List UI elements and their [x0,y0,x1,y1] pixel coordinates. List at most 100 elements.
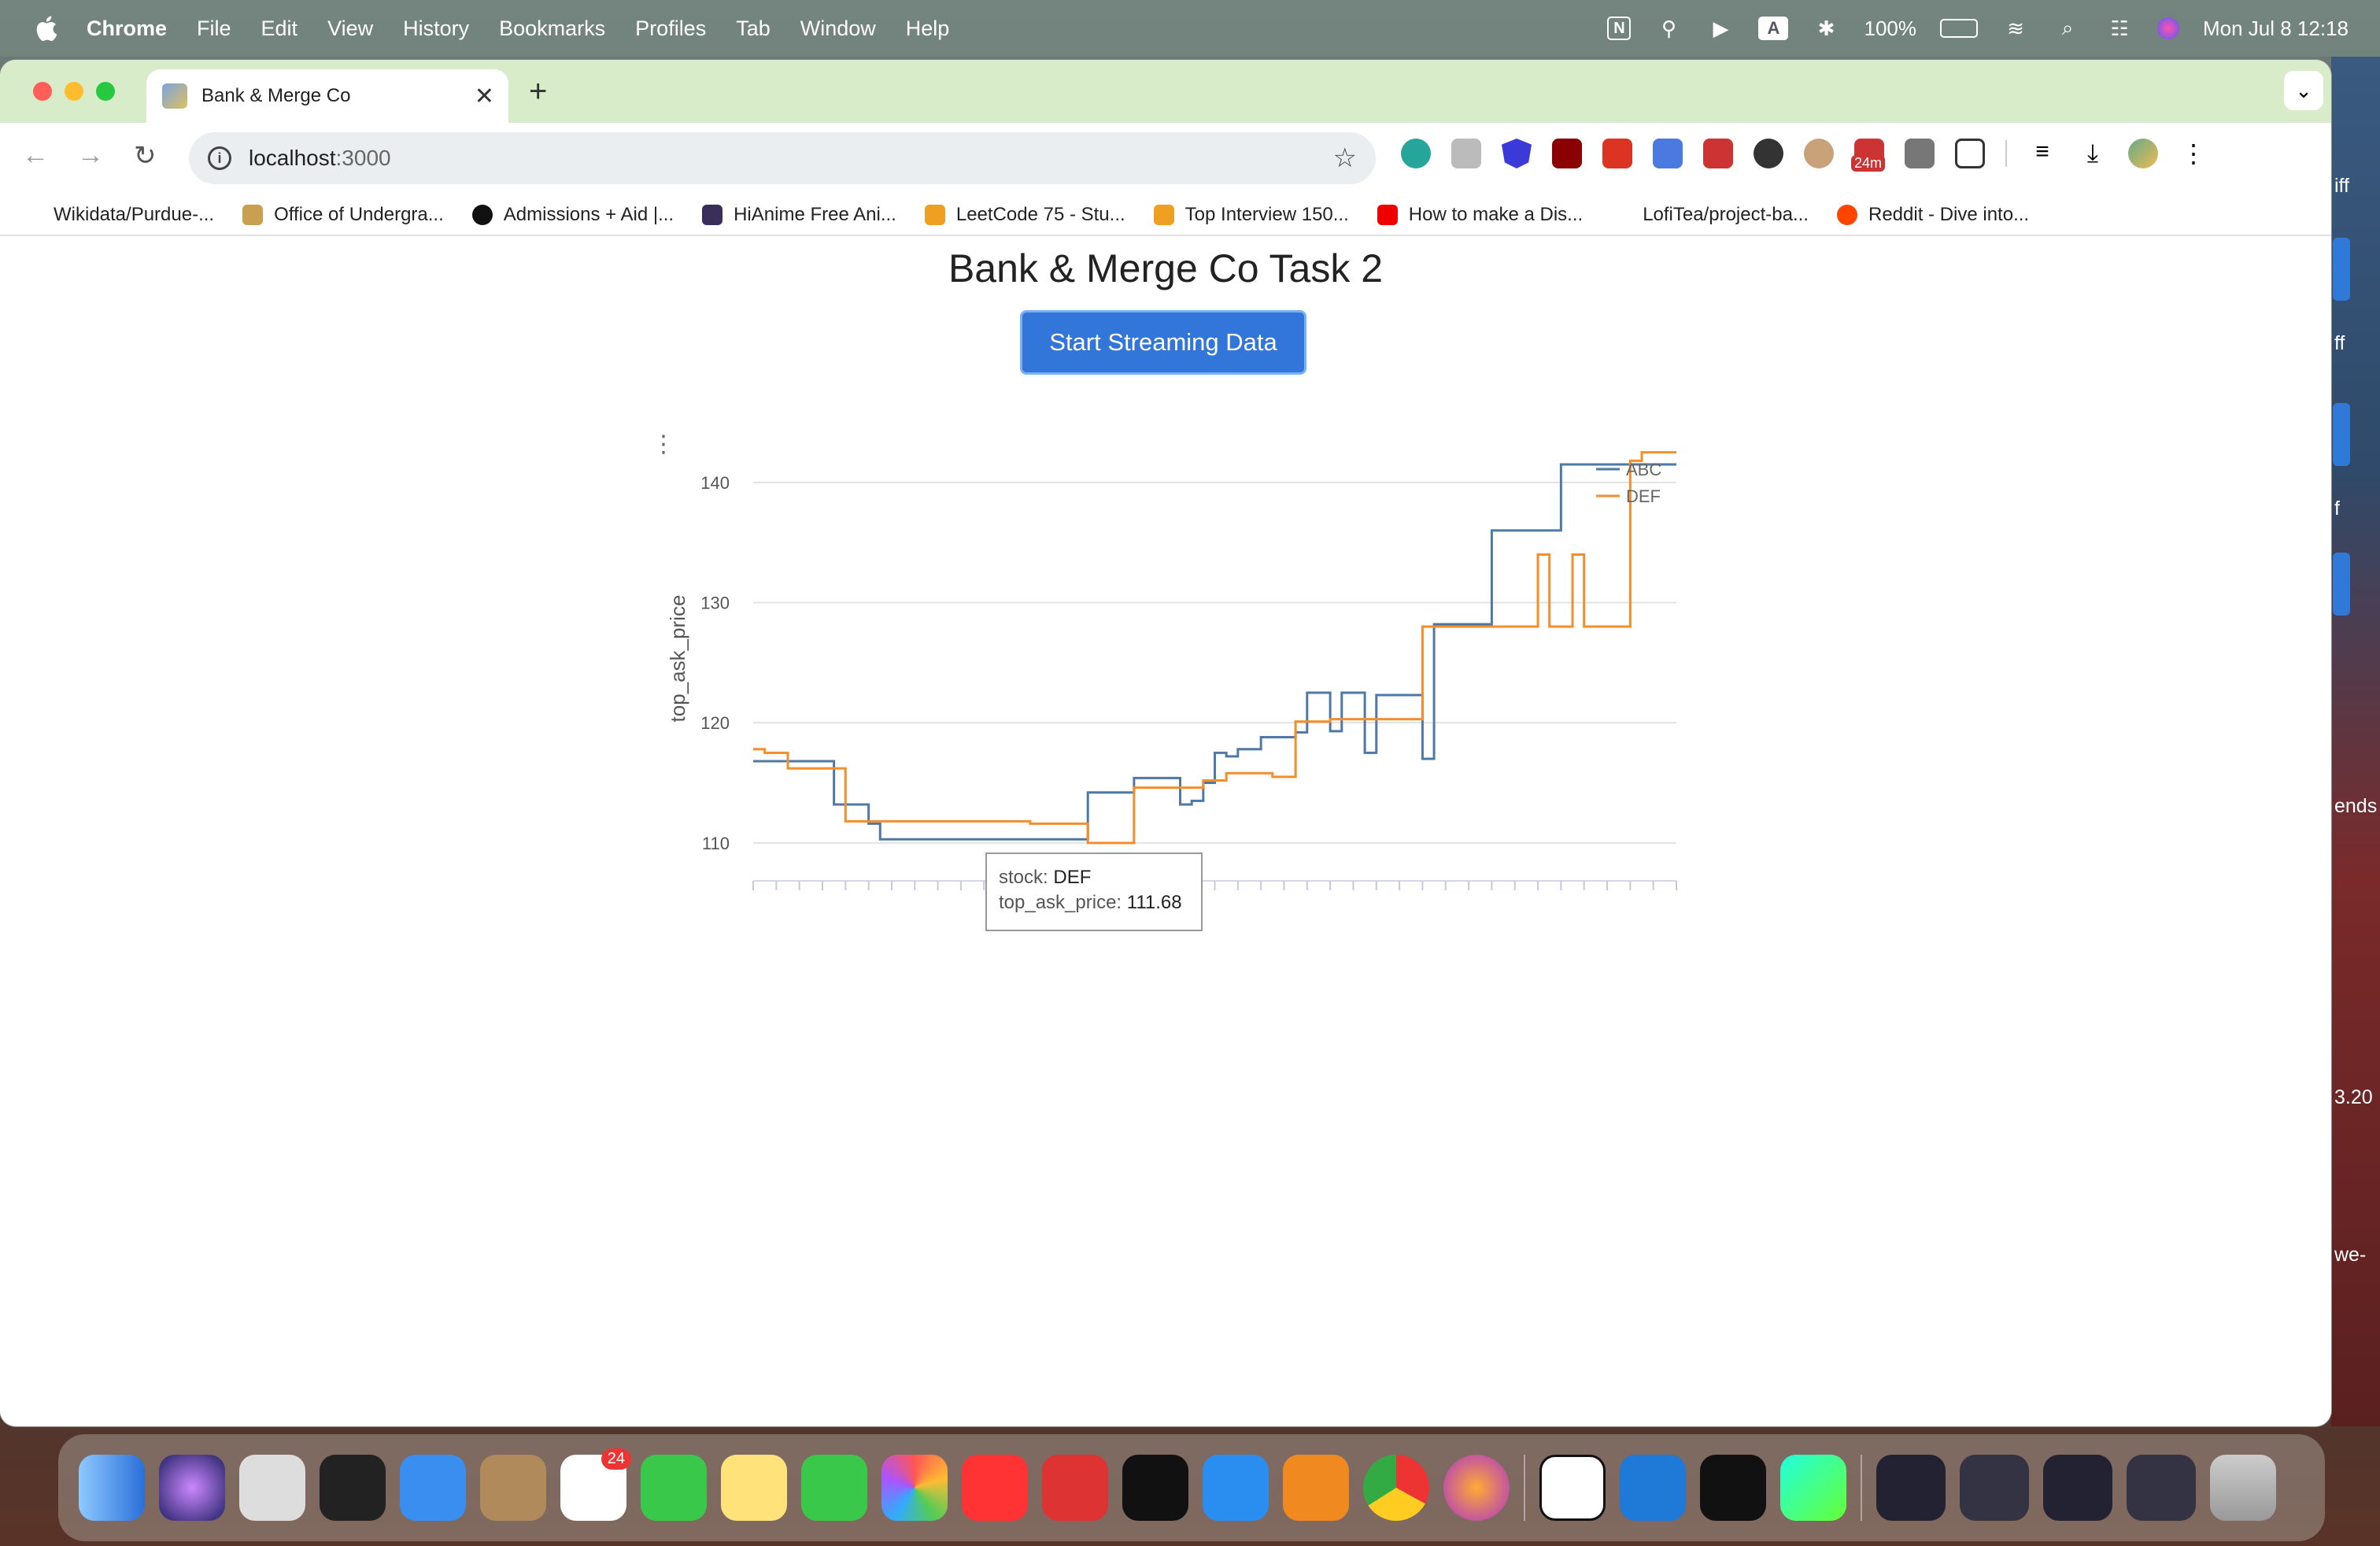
profile-avatar[interactable] [2128,139,2158,168]
site-info-icon[interactable]: i [208,146,231,170]
extension-red-icon[interactable] [1703,139,1733,168]
menu-tab[interactable]: Tab [736,17,771,41]
music-icon[interactable] [962,1455,1028,1521]
download-icon[interactable]: ⤓ [2078,139,2108,168]
minimized-window-1[interactable] [1876,1455,1946,1521]
zoom-window-button[interactable] [96,82,115,101]
minimized-window-4[interactable] [2127,1455,2196,1521]
menu-history[interactable]: History [403,17,469,41]
browser-tab[interactable]: Bank & Merge Co ✕ [146,69,508,123]
menu-window[interactable]: Window [800,17,876,41]
chart-more-icon[interactable]: ⋮ [652,431,675,458]
pycharm-icon[interactable] [1780,1455,1846,1521]
airpods-icon[interactable]: ⚲ [1654,14,1683,43]
notion-icon[interactable] [1539,1455,1606,1521]
photo-booth-icon[interactable] [1042,1455,1108,1521]
media-queue-icon[interactable]: ≡ [2027,139,2057,168]
tooltip-stock-value: DEF [1053,867,1091,888]
menu-bookmarks[interactable]: Bookmarks [499,17,605,41]
tab-strip: Bank & Merge Co ✕ + ⌄ [0,60,2331,123]
books-icon[interactable] [1283,1455,1349,1521]
wifi-icon[interactable]: ≋ [2001,14,2030,43]
extension-p-icon[interactable] [1905,139,1935,168]
new-tab-icon[interactable]: + [529,74,547,109]
firefox-icon[interactable] [1443,1455,1510,1521]
minimized-window-3[interactable] [2043,1455,2112,1521]
bookmark-office-undergrad[interactable]: Office of Undergra... [242,204,444,226]
close-tab-icon[interactable]: ✕ [475,83,494,110]
play-icon[interactable]: ▶ [1706,14,1735,43]
page-content: Bank & Merge Co Task 2 Start Streaming D… [0,236,2331,1425]
status-area: N ⚲ ▶ A ✱ 100% ≋ ⌕ ☷ Mon Jul 8 12:18 [1607,0,2349,57]
ublock-icon[interactable] [1552,139,1582,168]
bookmark-star-icon[interactable]: ☆ [1333,142,1357,174]
mail-icon[interactable] [400,1455,466,1521]
tab-title: Bank & Merge Co [201,85,351,106]
bookmark-hianime[interactable]: HiAnime Free Ani... [702,204,896,226]
menu-edit[interactable]: Edit [261,17,298,41]
vscode-icon[interactable] [1620,1455,1686,1521]
control-center-icon[interactable]: ☷ [2105,14,2134,43]
launchpad-icon[interactable] [239,1455,305,1521]
minimized-window-2[interactable] [1960,1455,2029,1521]
extension-shield-icon[interactable] [1502,139,1532,168]
menu-file[interactable]: File [197,17,231,41]
mission-control-icon[interactable] [320,1455,386,1521]
app-store-icon[interactable] [1203,1455,1269,1521]
bookmark-admissions[interactable]: Admissions + Aid |... [471,204,674,226]
extension-dark-icon[interactable] [1754,139,1783,168]
bookmark-wikidata[interactable]: Wikidata/Purdue-... [16,204,214,226]
bookmark-youtube[interactable]: How to make a Dis... [1377,204,1583,226]
edge-tab-2 [2333,403,2350,466]
extension-m-icon[interactable] [1401,139,1431,168]
minimize-window-button[interactable] [65,82,83,101]
apple-icon[interactable] [31,13,63,44]
menu-view[interactable]: View [327,17,373,41]
contacts-icon[interactable] [480,1455,546,1521]
reminders-icon[interactable]: 24 [560,1448,631,1521]
extension-face-icon[interactable] [1804,139,1834,168]
tab-search-chevron-icon[interactable]: ⌄ [2284,71,2323,110]
input-source-icon[interactable]: A [1758,17,1789,40]
reload-icon[interactable]: ↻ [134,140,157,172]
trash-icon[interactable] [2210,1455,2276,1521]
siri-app-icon[interactable] [159,1455,225,1521]
apple-tv-icon[interactable] [1122,1455,1188,1521]
forward-arrow-icon[interactable]: → [77,140,104,171]
bookmark-reddit[interactable]: Reddit - Dive into... [1836,204,2029,226]
spotlight-icon[interactable]: ⌕ [2053,14,2082,43]
siri-icon[interactable] [2156,17,2179,39]
finder-icon[interactable] [79,1455,145,1521]
notes-icon[interactable] [721,1455,787,1521]
messages-icon[interactable] [801,1455,867,1521]
extension-timer-badge: 24m [1851,155,1886,172]
translate-icon[interactable] [1653,139,1683,168]
kebab-menu-icon[interactable]: ⋮ [2179,139,2208,168]
start-streaming-button[interactable]: Start Streaming Data [1020,310,1306,375]
close-window-button[interactable] [33,82,52,101]
extensions-area: 24m ≡ ⤓ ⋮ [1401,139,2208,172]
reminders-badge: 24 [601,1448,631,1470]
chrome-icon[interactable] [1363,1455,1429,1521]
address-bar[interactable]: i localhost:3000 ☆ [189,132,1376,184]
extension-timer-icon[interactable]: 24m [1851,139,1886,172]
menu-bar: Chrome File Edit View History Bookmarks … [0,0,2380,57]
notion-status-icon[interactable]: N [1607,17,1632,40]
bookmark-lofitea[interactable]: LofiTea/project-ba... [1611,204,1809,226]
battery-icon[interactable] [1939,19,1978,38]
extension-grey-icon[interactable] [1451,139,1481,168]
menu-profiles[interactable]: Profiles [635,17,706,41]
bluetooth-icon[interactable]: ✱ [1812,14,1840,43]
extension-dislike-icon[interactable] [1602,139,1632,168]
menu-app-name[interactable]: Chrome [87,17,167,41]
bookmark-top-interview[interactable]: Top Interview 150... [1153,204,1349,226]
photos-icon[interactable] [881,1455,948,1521]
menu-clock[interactable]: Mon Jul 8 12:18 [2203,17,2349,41]
bookmark-leetcode[interactable]: LeetCode 75 - Stu... [924,204,1125,226]
menu-help[interactable]: Help [906,17,950,41]
back-arrow-icon[interactable]: ← [22,140,49,171]
facetime-icon[interactable] [641,1455,707,1521]
edge-text-4: ends [2334,795,2378,817]
terminal-icon[interactable] [1700,1455,1766,1521]
extensions-puzzle-icon[interactable] [1955,139,1985,168]
